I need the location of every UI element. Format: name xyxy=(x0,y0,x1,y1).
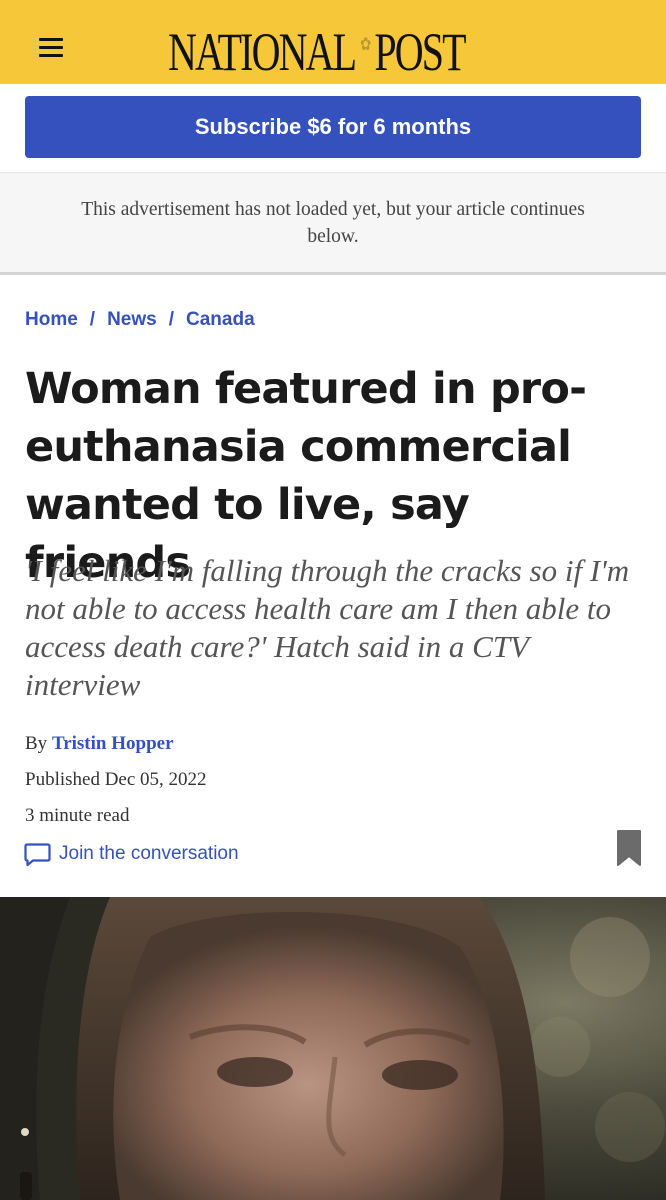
author-link[interactable]: Tristin Hopper xyxy=(52,733,174,754)
bookmark-icon[interactable] xyxy=(616,829,642,867)
join-conversation-label: Join the conversation xyxy=(59,843,239,864)
ad-placeholder: This advertisement has not loaded yet, b… xyxy=(0,172,666,275)
breadcrumb-canada[interactable]: Canada xyxy=(186,309,255,331)
ad-notice-text: This advertisement has not loaded yet, b… xyxy=(81,198,585,247)
chat-bubble-icon xyxy=(24,842,51,866)
hero-photo xyxy=(0,897,666,1200)
breadcrumb-news[interactable]: News xyxy=(107,309,157,331)
logo-text-post: POST xyxy=(374,22,466,82)
breadcrumb-home[interactable]: Home xyxy=(25,309,78,331)
byline: By Tristin Hopper xyxy=(25,733,174,755)
subscribe-button[interactable]: Subscribe $6 for 6 months xyxy=(25,96,641,158)
breadcrumb-separator: / xyxy=(89,309,96,330)
site-logo[interactable]: NATIONAL ✿POST xyxy=(168,14,467,82)
breadcrumb: Home / News / Canada xyxy=(25,307,255,333)
hero-image xyxy=(0,897,666,1200)
site-header: NATIONAL ✿POST xyxy=(0,0,666,84)
hamburger-menu-icon[interactable] xyxy=(30,30,76,64)
breadcrumb-separator: / xyxy=(168,309,174,330)
join-conversation-link[interactable]: Join the conversation xyxy=(24,840,239,868)
logo-text-national: NATIONAL xyxy=(168,22,357,82)
published-date: Published Dec 05, 2022 xyxy=(25,769,207,790)
read-time: 3 minute read xyxy=(25,805,130,826)
maple-leaf-icon: ✿ xyxy=(360,34,371,54)
article-deck: 'I feel like I'm falling through the cra… xyxy=(25,553,630,702)
byline-prefix: By xyxy=(25,733,48,754)
